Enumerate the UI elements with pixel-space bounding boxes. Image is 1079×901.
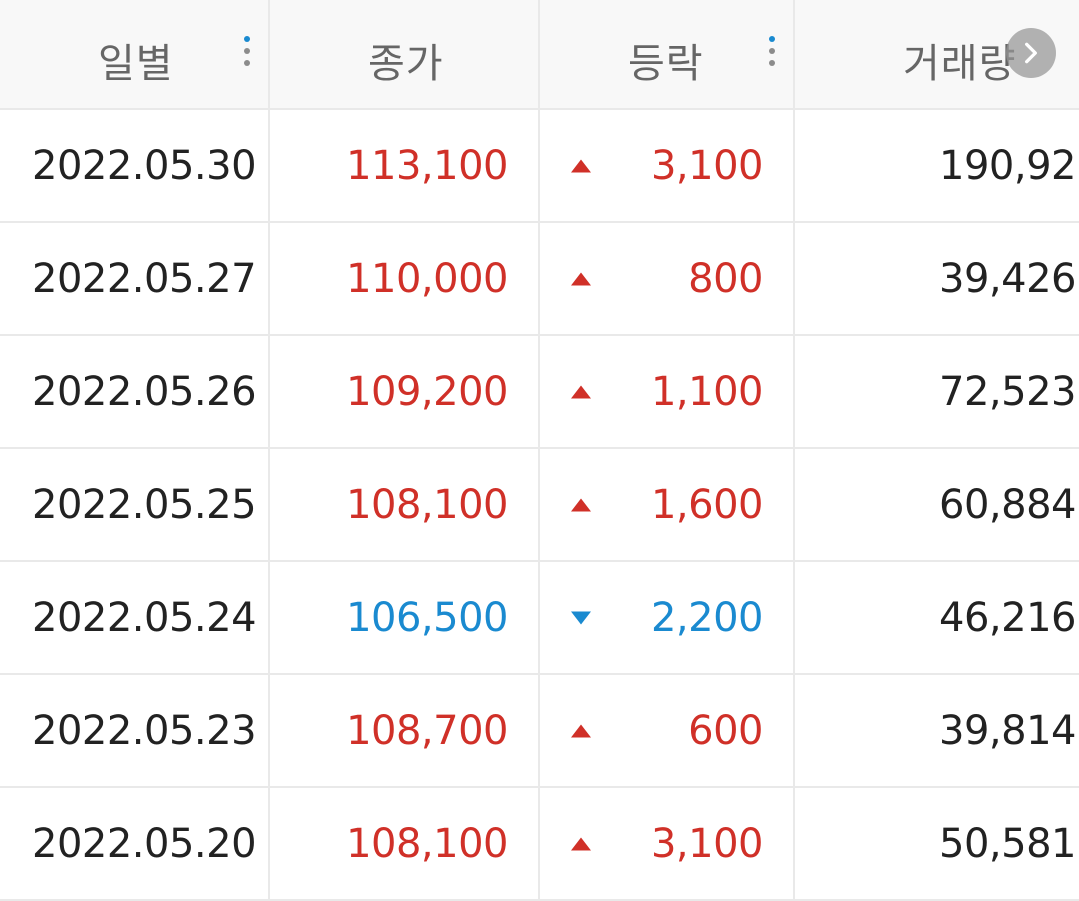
change-cell: 2,200 <box>540 562 795 673</box>
volume-value: 46,216 <box>939 594 1076 641</box>
close-value: 113,100 <box>346 142 508 189</box>
table-header: 일별 종가 등락 거래량 <box>0 0 1079 110</box>
table-row[interactable]: 2022.05.30 113,100 3,100 190,923 <box>0 110 1079 223</box>
up-triangle-icon <box>571 724 591 737</box>
change-cell: 800 <box>540 223 795 334</box>
date-value: 2022.05.20 <box>32 820 257 867</box>
date-value: 2022.05.27 <box>32 255 257 302</box>
table-row[interactable]: 2022.05.26 109,200 1,100 72,523 <box>0 336 1079 449</box>
change-value: 3,100 <box>650 820 764 867</box>
date-cell: 2022.05.26 <box>0 336 270 447</box>
close-cell: 110,000 <box>270 223 540 334</box>
up-triangle-icon <box>571 498 591 511</box>
volume-value: 190,923 <box>939 142 1079 189</box>
volume-cell: 39,814 <box>795 675 1079 786</box>
volume-header-label: 거래량 <box>903 41 1017 87</box>
date-value: 2022.05.30 <box>32 142 257 189</box>
date-value: 2022.05.25 <box>32 481 257 528</box>
up-triangle-icon <box>571 272 591 285</box>
close-column-header: 종가 <box>270 0 540 108</box>
volume-value: 39,426 <box>939 255 1076 302</box>
up-triangle-icon <box>571 385 591 398</box>
close-cell: 108,100 <box>270 449 540 560</box>
close-value: 108,100 <box>346 820 508 867</box>
date-value: 2022.05.26 <box>32 368 257 415</box>
change-cell: 600 <box>540 675 795 786</box>
date-cell: 2022.05.25 <box>0 449 270 560</box>
close-cell: 106,500 <box>270 562 540 673</box>
date-column-menu-icon[interactable] <box>244 36 251 66</box>
volume-cell: 50,581 <box>795 788 1079 899</box>
close-cell: 113,100 <box>270 110 540 221</box>
volume-cell: 46,216 <box>795 562 1079 673</box>
close-value: 109,200 <box>346 368 508 415</box>
volume-cell: 39,426 <box>795 223 1079 334</box>
date-cell: 2022.05.24 <box>0 562 270 673</box>
change-value: 1,100 <box>650 368 764 415</box>
date-column-header[interactable]: 일별 <box>0 0 270 108</box>
table-row[interactable]: 2022.05.24 106,500 2,200 46,216 <box>0 562 1079 675</box>
table-row[interactable]: 2022.05.23 108,700 600 39,814 <box>0 675 1079 788</box>
down-triangle-icon <box>571 611 591 624</box>
change-value: 1,600 <box>650 481 764 528</box>
change-value: 600 <box>688 707 763 754</box>
chevron-right-icon <box>1025 42 1037 64</box>
change-cell: 1,600 <box>540 449 795 560</box>
close-cell: 109,200 <box>270 336 540 447</box>
volume-value: 72,523 <box>939 368 1076 415</box>
close-value: 108,100 <box>346 481 508 528</box>
change-column-menu-icon[interactable] <box>769 36 776 66</box>
change-column-header[interactable]: 등락 <box>540 0 795 108</box>
up-triangle-icon <box>571 159 591 172</box>
table-row[interactable]: 2022.05.20 108,100 3,100 50,581 <box>0 788 1079 901</box>
date-value: 2022.05.23 <box>32 707 257 754</box>
volume-value: 60,884 <box>939 481 1076 528</box>
change-header-label: 등락 <box>628 41 704 87</box>
table-row[interactable]: 2022.05.27 110,000 800 39,426 <box>0 223 1079 336</box>
close-value: 106,500 <box>346 594 508 641</box>
change-value: 3,100 <box>650 142 764 189</box>
close-header-label: 종가 <box>368 41 444 87</box>
daily-price-table: 일별 종가 등락 거래량 2022.05.30 113,100 3,100 190,9… <box>0 0 1079 901</box>
date-cell: 2022.05.27 <box>0 223 270 334</box>
date-value: 2022.05.24 <box>32 594 257 641</box>
date-cell: 2022.05.30 <box>0 110 270 221</box>
close-cell: 108,700 <box>270 675 540 786</box>
date-cell: 2022.05.20 <box>0 788 270 899</box>
scroll-right-button[interactable] <box>1006 28 1056 78</box>
close-value: 108,700 <box>346 707 508 754</box>
change-value: 2,200 <box>650 594 764 641</box>
volume-value: 39,814 <box>939 707 1076 754</box>
change-value: 800 <box>688 255 763 302</box>
date-cell: 2022.05.23 <box>0 675 270 786</box>
volume-cell: 60,884 <box>795 449 1079 560</box>
close-value: 110,000 <box>346 255 508 302</box>
volume-value: 50,581 <box>939 820 1076 867</box>
up-triangle-icon <box>571 837 591 850</box>
date-header-label: 일별 <box>98 41 174 87</box>
volume-cell: 190,923 <box>795 110 1079 221</box>
close-cell: 108,100 <box>270 788 540 899</box>
change-cell: 3,100 <box>540 110 795 221</box>
table-row[interactable]: 2022.05.25 108,100 1,600 60,884 <box>0 449 1079 562</box>
change-cell: 1,100 <box>540 336 795 447</box>
volume-cell: 72,523 <box>795 336 1079 447</box>
change-cell: 3,100 <box>540 788 795 899</box>
